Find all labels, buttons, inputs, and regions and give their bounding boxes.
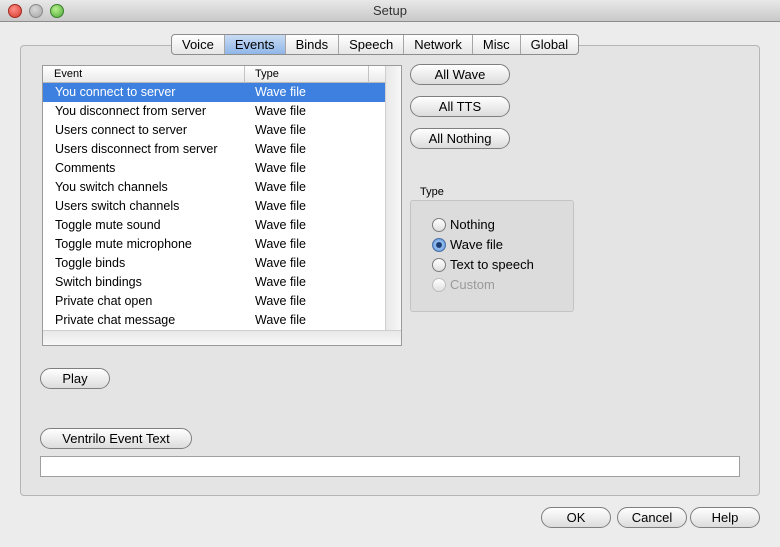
radio-button-icon (432, 218, 446, 232)
table-row[interactable]: Private chat message Wave file (43, 311, 386, 330)
table-row[interactable]: Toggle mute microphone Wave file (43, 235, 386, 254)
event-type-cell: Wave file (255, 218, 306, 232)
radio-button-selected-icon (432, 238, 446, 252)
event-name-cell: Private chat open (55, 294, 153, 308)
column-divider[interactable] (244, 66, 245, 83)
event-name-cell: Toggle mute microphone (55, 237, 192, 251)
tab-global[interactable]: Global (521, 35, 579, 54)
events-table[interactable]: Event Type You connect to server Wave fil… (42, 65, 402, 346)
vertical-scrollbar[interactable] (385, 66, 401, 330)
event-text-field[interactable] (40, 456, 740, 477)
radio-label: Wave file (450, 237, 503, 252)
event-type-cell: Wave file (255, 199, 306, 213)
radio-label: Custom (450, 277, 495, 292)
event-type-cell: Wave file (255, 142, 306, 156)
minimize-window-button[interactable] (29, 4, 43, 18)
zoom-window-button[interactable] (50, 4, 64, 18)
horizontal-scrollbar[interactable] (43, 330, 401, 345)
event-text-button[interactable]: Ventrilo Event Text (40, 428, 192, 449)
all-wave-button[interactable]: All Wave (410, 64, 510, 85)
type-group-label: Type (420, 186, 444, 198)
event-type-cell: Wave file (255, 180, 306, 194)
tab-network[interactable]: Network (404, 35, 473, 54)
event-name-cell: Users connect to server (55, 123, 187, 137)
event-name-cell: You connect to server (55, 85, 176, 99)
all-tts-button[interactable]: All TTS (410, 96, 510, 117)
table-row[interactable]: You disconnect from server Wave file (43, 102, 386, 121)
radio-button-icon (432, 278, 446, 292)
table-body: You connect to server Wave file You discon… (43, 83, 386, 330)
event-name-cell: You disconnect from server (55, 104, 207, 118)
event-name-cell: Private chat message (55, 313, 176, 327)
event-type-cell: Wave file (255, 294, 306, 308)
table-row[interactable]: Private chat open Wave file (43, 292, 386, 311)
event-type-cell: Wave file (255, 123, 306, 137)
event-type-cell: Wave file (255, 256, 306, 270)
table-row[interactable]: You switch channels Wave file (43, 178, 386, 197)
table-header: Event Type (43, 66, 386, 83)
radio-button-icon (432, 258, 446, 272)
tab-speech[interactable]: Speech (339, 35, 405, 54)
event-type-cell: Wave file (255, 275, 306, 289)
close-window-button[interactable] (8, 4, 22, 18)
table-row[interactable]: Users disconnect from server Wave file (43, 140, 386, 159)
event-name-cell: Comments (55, 161, 116, 175)
table-row[interactable]: Toggle mute sound Wave file (43, 216, 386, 235)
event-type-cell: Wave file (255, 85, 306, 99)
help-button[interactable]: Help (690, 507, 760, 528)
event-type-cell: Wave file (255, 313, 306, 327)
tab-voice[interactable]: Voice (172, 35, 225, 54)
tab-misc[interactable]: Misc (473, 35, 521, 54)
table-row[interactable]: Comments Wave file (43, 159, 386, 178)
table-row[interactable]: Users connect to server Wave file (43, 121, 386, 140)
tab-events[interactable]: Events (224, 35, 286, 54)
radio-label: Nothing (450, 217, 495, 232)
column-divider[interactable] (368, 66, 369, 83)
event-name-cell: Toggle mute sound (55, 218, 161, 232)
event-name-cell: Users switch channels (55, 199, 180, 213)
play-button[interactable]: Play (40, 368, 110, 389)
event-name-cell: Switch bindings (55, 275, 142, 289)
table-row[interactable]: You connect to server Wave file (43, 83, 386, 102)
all-nothing-button[interactable]: All Nothing (410, 128, 510, 149)
event-name-cell: You switch channels (55, 180, 168, 194)
column-header-event[interactable]: Event (54, 66, 82, 83)
table-row[interactable]: Toggle binds Wave file (43, 254, 386, 273)
cancel-button[interactable]: Cancel (617, 507, 687, 528)
column-header-type[interactable]: Type (255, 66, 279, 83)
event-type-cell: Wave file (255, 161, 306, 175)
table-row[interactable]: Users switch channels Wave file (43, 197, 386, 216)
table-row[interactable]: Switch bindings Wave file (43, 273, 386, 292)
event-type-cell: Wave file (255, 237, 306, 251)
tab-binds[interactable]: Binds (286, 35, 340, 54)
event-type-cell: Wave file (255, 104, 306, 118)
event-name-cell: Toggle binds (55, 256, 126, 270)
tab-bar: Voice Events Binds Speech Network Misc G… (171, 34, 580, 55)
radio-label: Text to speech (450, 257, 534, 272)
title-bar: Setup (0, 0, 780, 22)
window-title: Setup (373, 3, 407, 18)
event-name-cell: Users disconnect from server (55, 142, 218, 156)
ok-button[interactable]: OK (541, 507, 611, 528)
